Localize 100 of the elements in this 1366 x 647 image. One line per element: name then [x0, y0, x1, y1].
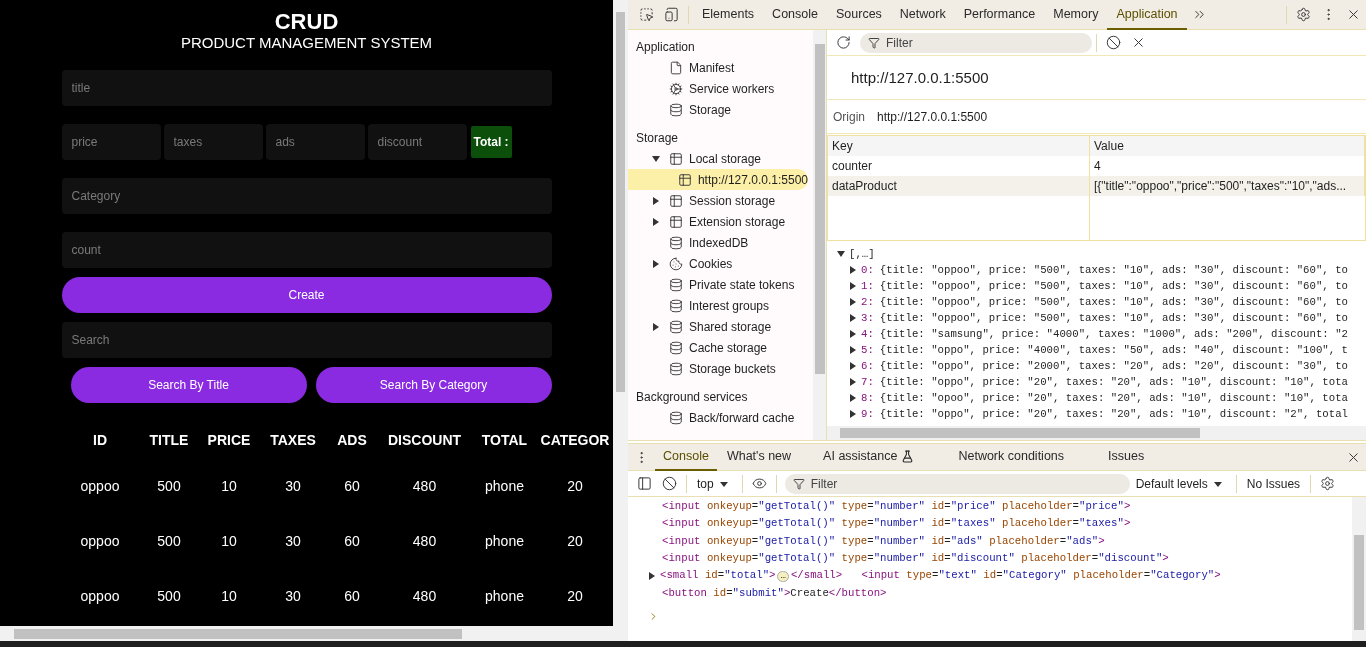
- filter-icon: [868, 36, 880, 49]
- sidebar-item[interactable]: Interest groups: [636, 295, 813, 316]
- code-line: <small id="total"> … </small> <input type="text" id="Category" placeholder="Category">: [660, 569, 1221, 583]
- index-text: 0:: [861, 264, 874, 276]
- table-cell-text: 60: [343, 477, 361, 494]
- sidebar-item[interactable]: Shared storage: [636, 316, 813, 337]
- caret-icon[interactable]: [652, 154, 660, 163]
- column-header: ID: [92, 432, 108, 448]
- devtools-tab[interactable]: Application: [1107, 0, 1187, 30]
- sidebar-item[interactable]: Storage: [636, 99, 813, 120]
- code-line: <button id="submit">Create</button>: [662, 587, 887, 600]
- caret-icon[interactable]: [652, 259, 660, 268]
- table-cell-text: oppoo: [79, 477, 121, 494]
- code-line: <input onkeyup="getTotal()" type="number" id="price" placeholder="price">: [662, 499, 1131, 512]
- table-cell-text: 10: [220, 587, 238, 604]
- filter-field[interactable]: Filter: [784, 473, 1130, 494]
- devtools-tab[interactable]: Network: [890, 0, 955, 30]
- title-field[interactable]: title: [61, 70, 552, 106]
- object-text: {title: "samsung", price: "4000", taxes: "1000", ads: "200", discount: "2: [879, 328, 1349, 340]
- index-text: 4:: [861, 328, 874, 340]
- caret-icon[interactable]: [652, 217, 660, 226]
- category-field[interactable]: Category: [61, 178, 552, 214]
- sidebar-item[interactable]: Storage buckets: [636, 358, 813, 379]
- close-icon[interactable]: [1346, 7, 1361, 22]
- table-cell-text: 30: [284, 477, 302, 494]
- drawer-tab[interactable]: What's new: [716, 443, 802, 471]
- index-text: 9:: [861, 408, 874, 420]
- devtools-tab[interactable]: Console: [763, 0, 827, 30]
- sidebar-scrollbar[interactable]: [813, 30, 827, 440]
- sidebar-item[interactable]: Session storage: [636, 190, 813, 211]
- refresh-icon[interactable]: [836, 35, 851, 50]
- create-button[interactable]: Create: [61, 277, 552, 313]
- filter-icon: [792, 477, 805, 490]
- cookie-icon: [669, 256, 683, 271]
- devtools-tab[interactable]: Elements: [693, 0, 764, 30]
- drawer-tab[interactable]: Issues: [1086, 443, 1167, 471]
- horizontal-scrollbar[interactable]: [827, 426, 1366, 440]
- filter-field[interactable]: Filter: [860, 32, 1092, 53]
- drawer-tab[interactable]: AI assistance: [801, 443, 937, 471]
- settings-icon[interactable]: [1296, 7, 1311, 22]
- drawer-tab[interactable]: Network conditions: [936, 443, 1087, 471]
- table-cell-text: 60: [343, 587, 361, 604]
- table-cell-text: 500: [156, 532, 182, 549]
- search-button[interactable]: Search By Category: [315, 367, 552, 403]
- caret-icon[interactable]: [652, 322, 660, 331]
- sidebar-item[interactable]: Back/forward cache: [636, 407, 813, 428]
- sidebar-item[interactable]: Cache storage: [636, 337, 813, 358]
- search-field[interactable]: Search: [61, 322, 552, 358]
- number-field[interactable]: price: [61, 124, 161, 160]
- table-cell-text: 20: [566, 587, 584, 604]
- page-subtitle: PRODUCT MANAGEMENT SYSTEM: [180, 34, 433, 52]
- index-text: 8:: [861, 392, 874, 404]
- storage-row[interactable]: dataProduct [{"title":"oppoo","price":"500","taxes":"10","ads...: [828, 176, 1365, 196]
- clear-icon[interactable]: [662, 476, 677, 491]
- column-header: PRICE: [206, 432, 252, 448]
- table-cell-text: phone: [484, 477, 525, 494]
- inspect-icon[interactable]: [639, 7, 654, 22]
- sidebar-item[interactable]: Service workers: [636, 78, 813, 99]
- object-text: {title: "opoo", price: "20", taxes: "20", ads: "10", discount: "10", tota: [879, 392, 1349, 404]
- close-icon[interactable]: [1131, 35, 1146, 50]
- sidebar-toggle-icon[interactable]: [637, 476, 652, 491]
- database-icon: [669, 298, 683, 313]
- sidebar-item[interactable]: http://127.0.0.1:5500: [628, 169, 808, 190]
- eye-icon[interactable]: [751, 476, 767, 491]
- device-toolbar-icon[interactable]: [664, 7, 679, 22]
- table-cell-text: oppoo: [79, 532, 121, 549]
- vertical-scrollbar[interactable]: [613, 0, 628, 641]
- levels-select[interactable]: Default levels: [1135, 476, 1226, 491]
- devtools-tab[interactable]: Memory: [1044, 0, 1108, 30]
- count-field[interactable]: count: [61, 232, 552, 268]
- number-field[interactable]: ads: [265, 124, 365, 160]
- table-cell-text: phone: [484, 532, 525, 549]
- devtools-tab[interactable]: Sources: [827, 0, 891, 30]
- clear-icon[interactable]: [1106, 35, 1121, 50]
- context-select[interactable]: top: [697, 476, 732, 491]
- table-cell-text: 10: [220, 477, 238, 494]
- search-button[interactable]: Search By Title: [70, 367, 307, 403]
- sidebar-item[interactable]: IndexedDB: [636, 232, 813, 253]
- devtools-tab[interactable]: Performance: [954, 0, 1045, 30]
- horizontal-scrollbar[interactable]: [0, 626, 613, 641]
- drawer-tab[interactable]: Console: [655, 443, 717, 471]
- sidebar-item[interactable]: Cookies: [636, 253, 813, 274]
- index-text: 6:: [861, 360, 874, 372]
- database-icon: [669, 361, 683, 376]
- caret-icon[interactable]: [652, 196, 660, 205]
- sidebar-item[interactable]: Private state tokens: [636, 274, 813, 295]
- sidebar-item[interactable]: Extension storage: [636, 211, 813, 232]
- number-field[interactable]: taxes: [163, 124, 263, 160]
- table-icon: [677, 172, 692, 187]
- issues-label[interactable]: No Issues: [1246, 476, 1301, 491]
- index-text: 3:: [861, 312, 874, 324]
- object-text: {title: "oppoo", price: "500", taxes: "10", ads: "30", discount: "60", to: [879, 280, 1349, 292]
- sidebar-item[interactable]: Manifest: [636, 57, 813, 78]
- console-scrollbar[interactable]: [1352, 497, 1366, 641]
- sidebar-item[interactable]: Local storage: [636, 148, 813, 169]
- object-text: {title: "oppo", price: "20", taxes: "20", ads: "10", discount: "10", tota: [879, 376, 1349, 388]
- settings-icon[interactable]: [1320, 476, 1336, 491]
- caret-icon[interactable]: [648, 571, 656, 580]
- column-header: TAXES: [269, 432, 317, 448]
- number-field[interactable]: discount: [367, 124, 467, 160]
